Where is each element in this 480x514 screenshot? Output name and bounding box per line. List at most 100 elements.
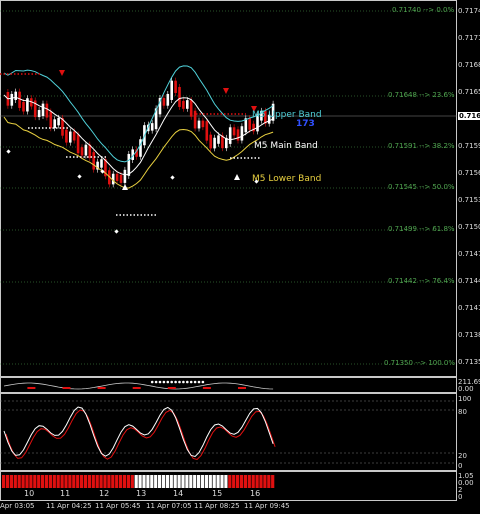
candle-body — [65, 129, 68, 143]
time-label-6: 11 Apr 09:45 — [244, 502, 290, 510]
candle-body — [115, 173, 119, 181]
histogram-bar — [251, 475, 255, 488]
candle-body — [80, 147, 84, 156]
price-tick: 0.7174 — [458, 7, 480, 15]
time-label-4: 11 Apr 07:05 — [146, 502, 192, 510]
time-label-1: Apr 03:05 — [0, 502, 35, 510]
histogram-bar — [60, 475, 64, 488]
indicator-1-dot — [197, 380, 201, 384]
histogram-bar — [48, 475, 52, 488]
signal-diamond — [6, 149, 11, 154]
candle-body — [123, 169, 127, 183]
price-tick: 0.7156 — [458, 169, 480, 177]
histogram-bar — [9, 475, 13, 488]
histogram-bar — [150, 475, 154, 488]
histogram-bar — [232, 475, 236, 488]
indicator-1-dot — [162, 380, 166, 384]
histogram-bar — [25, 475, 29, 488]
histogram-bar — [33, 475, 37, 488]
candle-body — [45, 103, 49, 118]
histogram-bar — [95, 475, 99, 488]
indicator-1-dot — [178, 380, 181, 384]
histogram-bar — [29, 475, 33, 488]
candle-body — [92, 152, 95, 170]
candle-body — [178, 86, 181, 107]
histogram-bar — [146, 475, 150, 488]
histogram-bar — [37, 475, 41, 488]
histogram-bar — [138, 475, 142, 488]
indicator-1-chart — [3, 380, 274, 390]
histogram-bar — [247, 475, 251, 488]
fib-label-23: 0.71648 --> 23.6% — [388, 91, 455, 99]
candle-body — [166, 93, 170, 106]
histogram-bar — [76, 475, 80, 488]
candle-body — [240, 126, 244, 141]
histogram-bar — [2, 475, 6, 488]
histogram-bar — [126, 475, 130, 488]
candle-body — [72, 131, 76, 141]
candle-body — [182, 100, 185, 109]
time-label-5: 11 Apr 08:25 — [194, 502, 240, 510]
histogram-bar — [83, 475, 88, 488]
indicator-1-dot — [150, 380, 154, 384]
indicator-1-dot — [154, 380, 158, 384]
indicator-1-dot — [166, 380, 170, 384]
histogram-bar — [224, 475, 228, 488]
histogram-bar — [107, 475, 111, 488]
signal-arrow — [59, 70, 65, 76]
fib-label-38: 0.71591 --> 38.2% — [388, 142, 455, 150]
histogram-bar — [64, 475, 68, 488]
indicator-1-dot — [174, 380, 177, 384]
indicator-1-bar — [62, 387, 71, 389]
histogram-bar — [154, 475, 158, 488]
oscillator-axis-0: 0 — [458, 462, 463, 470]
indicator-1-dot — [158, 380, 162, 384]
indicator-1-dot — [189, 380, 193, 384]
price-axis[interactable]: 0.7174 0.7171 0.7168 0.7165 0.7162 0.715… — [457, 0, 480, 514]
signal-diamond — [77, 174, 82, 179]
oscillator-main-line — [3, 406, 274, 458]
lower-band-label: M5 Lower Band — [252, 174, 322, 184]
indicator-1-bar — [97, 387, 106, 389]
candle-body — [119, 174, 123, 183]
candle-body — [100, 159, 103, 168]
current-price-marker: 0.7162 — [458, 112, 480, 120]
candle-body — [201, 120, 205, 128]
candle-body — [170, 80, 173, 100]
histogram-bar — [259, 475, 263, 488]
histogram-bar — [103, 475, 107, 488]
main-band-label: M5 Main Band — [254, 141, 318, 151]
candle-body — [228, 127, 232, 144]
histogram-bar — [228, 475, 232, 488]
indicator-1-bar — [27, 387, 36, 389]
histogram-bar — [236, 475, 240, 488]
histogram-bar — [56, 475, 60, 488]
candle-body — [69, 131, 72, 143]
indicator-1-bar — [132, 387, 141, 389]
indicator-1-dot — [193, 380, 197, 384]
candle-body — [76, 134, 80, 154]
price-tick: 0.7168 — [458, 61, 480, 69]
candle-body — [127, 153, 131, 176]
candle-body — [209, 134, 212, 149]
candle-body — [18, 91, 21, 108]
candle-body — [197, 120, 201, 129]
candle-body — [14, 91, 17, 100]
histogram-bar — [263, 475, 267, 488]
candle-body — [217, 135, 220, 144]
candle-body — [189, 100, 193, 117]
histogram-bar — [267, 475, 271, 488]
histogram-bar — [189, 475, 193, 488]
main-band-line — [3, 94, 274, 176]
histogram-bar — [200, 475, 205, 488]
candle-body — [213, 137, 216, 149]
histogram-bar — [181, 475, 185, 488]
fib-label-0: 0.71740 --> 0.0% — [392, 6, 455, 14]
histogram-bar — [21, 475, 25, 488]
histogram-bar — [212, 475, 216, 488]
histogram-axis-value: 0 — [458, 493, 463, 501]
price-tick: 0.7150 — [458, 223, 480, 231]
histogram-bar — [271, 475, 275, 488]
indicator-1-bar — [202, 387, 211, 389]
upper-band-line — [3, 65, 274, 163]
